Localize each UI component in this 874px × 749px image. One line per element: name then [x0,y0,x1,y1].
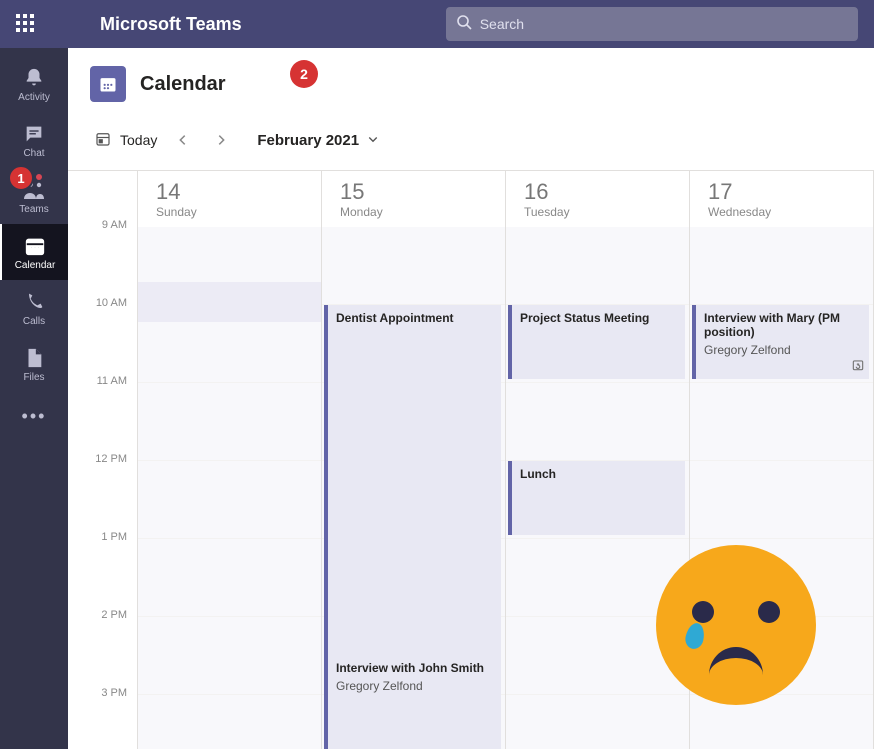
time-gutter: 9 AM 10 AM 11 AM 12 PM 1 PM 2 PM 3 PM [68,171,138,749]
day-header: 14 Sunday [138,171,321,227]
month-label: February 2021 [257,132,359,149]
day-header: 15 Monday [322,171,505,227]
page-header: Calendar 2 [68,48,874,120]
annotation-badge-2: 2 [290,60,318,88]
hour-label: 10 AM [96,297,127,309]
rail-calls-label: Calls [23,316,45,327]
hour-label: 1 PM [101,531,127,543]
hour-label: 9 AM [102,219,127,231]
search-box[interactable] [446,7,858,41]
event-dentist[interactable]: Dentist Appointment [324,305,501,655]
today-button[interactable]: Today [90,126,161,155]
phone-icon [22,290,46,314]
event-interview-john[interactable]: Interview with John Smith Gregory Zelfon… [324,655,501,749]
rail-files[interactable]: Files [0,336,68,392]
day-number: 16 [524,179,671,205]
event-organizer: Gregory Zelfond [704,343,861,357]
event-title: Lunch [520,467,677,481]
day-header: 16 Tuesday [506,171,689,227]
event-title: Project Status Meeting [520,311,677,325]
file-icon [22,346,46,370]
calendar-main: Calendar 2 Today February 2021 [68,48,874,749]
calendar-toolbar: Today February 2021 [68,120,874,170]
rail-activity-label: Activity [18,92,50,103]
day-header: 17 Wednesday [690,171,873,227]
app-rail: Activity Chat 1 Teams Calen [0,48,68,749]
rail-calls[interactable]: Calls [0,280,68,336]
day-number: 17 [708,179,855,205]
event-project-status[interactable]: Project Status Meeting [508,305,685,379]
hour-label: 12 PM [95,453,127,465]
rail-more[interactable]: ••• [22,392,47,441]
day-number: 15 [340,179,487,205]
next-week-button[interactable] [205,124,237,156]
rail-files-label: Files [23,372,44,383]
event-interview-mary[interactable]: Interview with Mary (PM position) Gregor… [692,305,869,379]
rail-calendar[interactable]: Calendar [0,224,68,280]
page-title: Calendar [140,73,226,96]
app-name: Microsoft Teams [100,14,242,35]
event-title: Interview with Mary (PM position) [704,311,861,339]
rail-teams-label: Teams [19,204,48,215]
recurring-icon [851,358,865,375]
day-column-monday[interactable]: 15 Monday Dentist Appointment Interview … [322,171,506,749]
rail-activity[interactable]: Activity [0,56,68,112]
calendar-icon [23,234,47,258]
event-title: Interview with John Smith [336,661,493,675]
today-label: Today [120,132,157,148]
sad-face-emoji [656,545,816,705]
chevron-down-icon [367,132,379,149]
bell-icon [22,66,46,90]
app-launcher-icon[interactable] [16,14,36,34]
teams-notification-dot [36,174,42,180]
day-number: 14 [156,179,303,205]
search-input[interactable] [480,16,848,32]
day-name: Monday [340,205,487,219]
event-title: Dentist Appointment [336,311,493,325]
hour-label: 11 AM [97,375,127,387]
title-bar: Microsoft Teams [0,0,874,48]
annotation-badge-1: 1 [8,165,34,191]
search-icon [456,14,472,35]
today-icon [94,130,112,151]
hour-label: 2 PM [101,609,127,621]
event-organizer: Gregory Zelfond [336,679,493,693]
chat-icon [22,122,46,146]
day-name: Tuesday [524,205,671,219]
rail-chat-label: Chat [23,148,44,159]
event-lunch[interactable]: Lunch [508,461,685,535]
day-name: Sunday [156,205,303,219]
rail-calendar-label: Calendar [15,260,56,271]
hour-label: 3 PM [101,687,127,699]
month-picker[interactable]: February 2021 [257,132,379,149]
prev-week-button[interactable] [167,124,199,156]
rail-teams[interactable]: 1 Teams [0,168,68,224]
day-column-sunday[interactable]: 14 Sunday [138,171,322,749]
rail-chat[interactable]: Chat [0,112,68,168]
day-name: Wednesday [708,205,855,219]
calendar-app-icon [90,66,126,102]
